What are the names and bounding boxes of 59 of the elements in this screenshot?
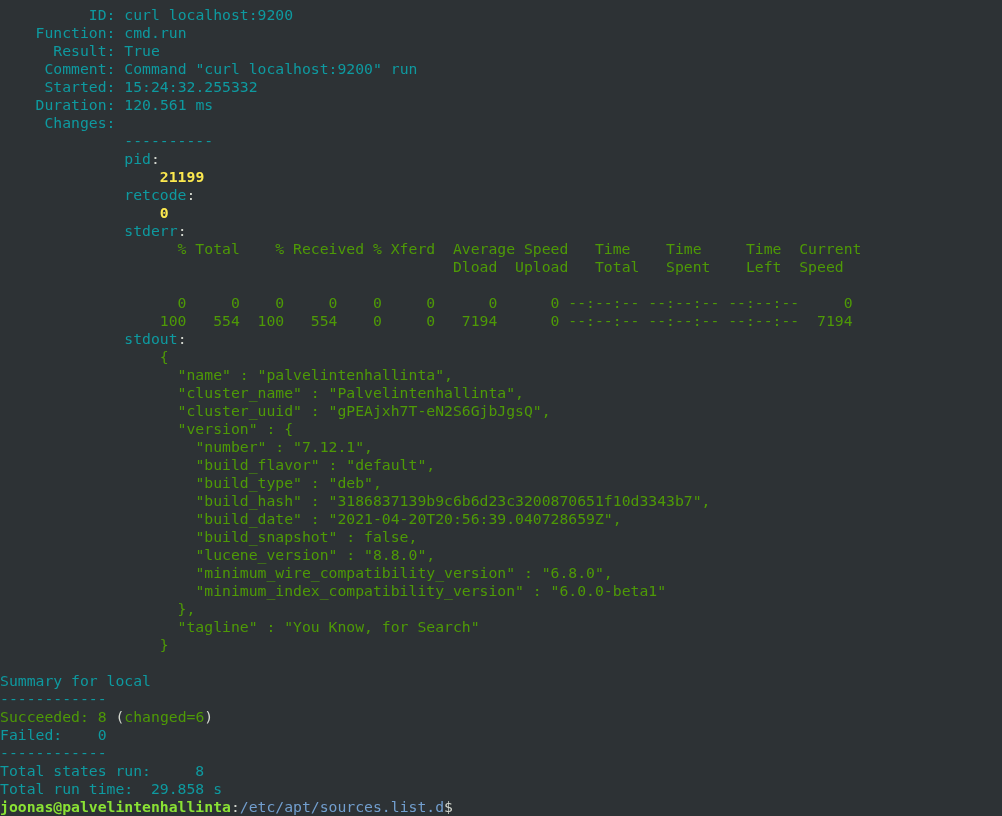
field-label: Result:	[53, 42, 116, 59]
field-label: Failed: 0	[0, 726, 107, 743]
output-line: "cluster_name" : "Palvelintenhallinta",	[177, 384, 524, 401]
output-line: "tagline" : "You Know, for Search"	[177, 618, 480, 635]
number-value: 21199	[159, 168, 205, 185]
output-line: "lucene_version" : "8.8.0",	[195, 546, 436, 563]
output-line: "build_type" : "deb",	[195, 474, 382, 491]
field-value: 120.561 ms	[124, 96, 214, 113]
field-label: Total run time: 29.858 s	[0, 780, 222, 797]
output-line: "build_hash" : "3186837139b9c6b6d23c3200870651f10d3343b7",	[195, 492, 711, 509]
field-label: Duration:	[35, 96, 116, 113]
field-value: cmd.run	[124, 24, 187, 41]
output-line: 100 554 100 554 0 0 7194 0 --:--:-- --:--:-- --:--:-- 7194	[159, 312, 853, 329]
output-line: % Total % Received % Xferd Average Speed Time Time Time Current	[177, 240, 862, 257]
output-line: }	[159, 636, 169, 653]
field-label: Started:	[44, 78, 116, 95]
punctuation-text: :	[177, 330, 187, 347]
output-line: 0 0 0 0 0 0 0 0 --:--:-- --:--:-- --:--:-- 0	[177, 294, 853, 311]
field-label: stderr	[124, 222, 178, 239]
punctuation-text: :	[177, 222, 187, 239]
number-value: 0	[159, 204, 169, 221]
prompt-user: joonas@palvelintenhallinta	[0, 798, 231, 815]
field-label: Total states run: 8	[0, 762, 205, 779]
output-line: "cluster_uuid" : "gPEAjxh7T-eN2S6GjbJgsQ",	[177, 402, 551, 419]
dashes-text: ------------	[0, 690, 107, 707]
output-line: "minimum_index_compatibility_version" : "6.0.0-beta1"	[195, 582, 667, 599]
output-line: },	[177, 600, 196, 617]
success-text: changed=6	[124, 708, 205, 725]
field-label: Summary for local	[0, 672, 151, 689]
output-line: {	[159, 348, 169, 365]
output-line: "minimum_wire_compatibility_version" : "6.8.0",	[195, 564, 613, 581]
field-value: 15:24:32.255332	[124, 78, 258, 95]
output-line: "number" : "7.12.1",	[195, 438, 373, 455]
field-label: retcode	[124, 186, 187, 203]
punctuation-text: :	[186, 186, 196, 203]
field-label: Comment:	[44, 60, 116, 77]
output-line: "version" : {	[177, 420, 294, 437]
field-value: Command "curl localhost:9200" run	[124, 60, 418, 77]
field-label: ID:	[88, 6, 116, 23]
dashes-text: ------------	[0, 744, 107, 761]
success-text: Succeeded: 8	[0, 708, 107, 725]
punctuation-text: (	[115, 708, 125, 725]
punctuation-text: :	[151, 150, 160, 167]
punctuation-text: )	[204, 708, 214, 725]
field-label: Function:	[35, 24, 116, 41]
prompt-path: /etc/apt/sources.list.d	[239, 798, 445, 815]
output-line: "build_date" : "2021-04-20T20:56:39.040728659Z",	[195, 510, 622, 527]
output-line: "name" : "palvelintenhallinta",	[177, 366, 453, 383]
punctuation-text: :	[230, 798, 240, 815]
output-line: "build_flavor" : "default",	[195, 456, 436, 473]
field-label: pid	[124, 150, 151, 167]
dashes-text: ----------	[124, 132, 214, 149]
output-line: "build_snapshot" : false,	[195, 528, 418, 545]
punctuation-text: $	[444, 798, 453, 815]
field-label: Changes:	[44, 114, 116, 131]
field-value: True	[124, 42, 160, 59]
field-value: curl localhost:9200	[124, 6, 294, 23]
field-label: stdout	[124, 330, 178, 347]
output-line: Dload Upload Total Spent Left Speed	[452, 258, 844, 275]
